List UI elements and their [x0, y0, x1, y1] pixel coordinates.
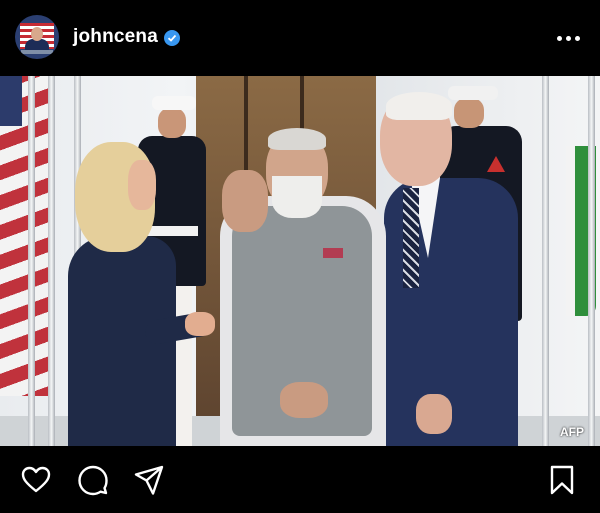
photo-us-flag-canton [0, 76, 22, 126]
user-avatar[interactable] [15, 15, 59, 59]
avatar-figure-face [31, 27, 43, 41]
post-action-bar [0, 446, 600, 513]
photo-pole [588, 76, 595, 446]
verified-badge-icon [164, 30, 180, 46]
post-header: johncena [0, 0, 600, 76]
photo-pole [28, 76, 35, 446]
username[interactable]: johncena [73, 26, 158, 48]
bookmark-icon[interactable] [546, 464, 578, 496]
photo-us-flag [0, 76, 48, 396]
heart-icon[interactable] [20, 464, 52, 496]
send-icon[interactable] [133, 464, 165, 496]
more-options-icon[interactable] [553, 26, 583, 50]
instagram-post: johncena AFP [0, 0, 600, 513]
photo-pole [542, 76, 549, 446]
photo-watermark: AFP [560, 425, 584, 439]
avatar-caption-strip [21, 50, 53, 54]
post-photo[interactable]: AFP [0, 76, 600, 446]
comment-icon[interactable] [77, 464, 109, 496]
photo-pole [48, 76, 55, 446]
